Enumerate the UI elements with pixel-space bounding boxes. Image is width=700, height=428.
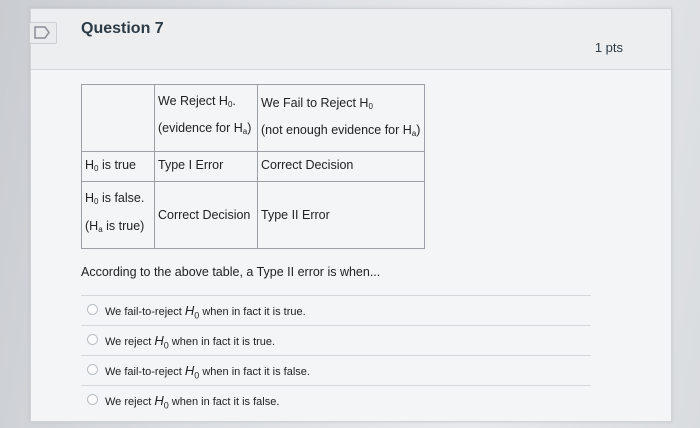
answer-post: when in fact it is false. — [168, 396, 280, 408]
radio-button[interactable] — [87, 304, 98, 315]
subscript-a: a — [242, 127, 248, 136]
h-var: H — [184, 363, 195, 378]
answer-post: when in fact it is true. — [168, 336, 276, 348]
row-label-h: H — [85, 158, 95, 172]
answer-option-3[interactable]: We fail-to-reject H0 when in fact it is … — [81, 355, 591, 382]
header-reject-line1: We Reject H — [158, 94, 228, 108]
table-row: H0 is false. (Ha is true) Correct Decisi… — [81, 181, 425, 249]
row-label-h: H — [85, 191, 95, 205]
table-row: H0 is true Type I Error Correct Decision — [81, 151, 425, 182]
subscript-0: 0 — [368, 102, 373, 111]
radio-button[interactable] — [87, 334, 98, 345]
answer-label[interactable]: We fail-to-reject H0 when in fact it is … — [105, 363, 310, 381]
answer-label[interactable]: We fail-to-reject H0 when in fact it is … — [105, 303, 306, 321]
answer-label[interactable]: We reject H0 when in fact it is false. — [105, 393, 279, 411]
cell-correct-decision-2: Correct Decision — [154, 181, 258, 249]
subscript-a: a — [411, 129, 417, 138]
answer-pre: We reject — [105, 336, 155, 348]
question-title: Question 7 — [81, 20, 164, 37]
h0-symbol: H0 — [154, 333, 168, 351]
cell-type-2-error: Type II Error — [257, 181, 425, 249]
header-cell-reject: We Reject H0. (evidence for Ha) — [154, 84, 258, 152]
question-card: Question 7 1 pts We Reject H0. (evidence… — [29, 8, 672, 422]
cell-type-1-error: Type I Error — [154, 151, 258, 182]
h0-symbol: H0 — [184, 303, 199, 321]
row-label-rest: is true) — [102, 219, 145, 233]
answer-pre: We fail-to-reject — [105, 306, 185, 318]
table-corner-cell — [81, 84, 155, 152]
radio-button[interactable] — [87, 394, 98, 405]
h0-symbol: H0 — [154, 393, 168, 411]
answer-pre: We reject — [105, 396, 155, 408]
flag-question-button[interactable] — [29, 22, 57, 44]
flag-icon — [34, 26, 50, 39]
question-header: Question 7 1 pts — [29, 9, 671, 70]
table-header-row: We Reject H0. (evidence for Ha) We Fail … — [81, 84, 425, 152]
header-cell-fail: We Fail to Reject H0 (not enough evidenc… — [257, 84, 425, 152]
header-reject-line2: (evidence for H — [158, 121, 243, 135]
answer-pre: We fail-to-reject — [105, 366, 185, 378]
header-fail-line2: (not enough evidence for H — [261, 123, 412, 137]
h0-symbol: H0 — [184, 363, 199, 381]
answer-option-2[interactable]: We reject H0 when in fact it is true. — [81, 325, 591, 352]
answer-label[interactable]: We reject H0 when in fact it is true. — [105, 333, 275, 351]
answer-post: when in fact it is true. — [199, 306, 306, 318]
row-label-ha-open: (H — [85, 219, 99, 233]
decision-table: We Reject H0. (evidence for Ha) We Fail … — [81, 84, 425, 249]
h-var: H — [184, 303, 195, 318]
h-var: H — [154, 333, 164, 348]
answer-post: when in fact it is false. — [199, 366, 310, 378]
row-label-rest: is false. — [98, 191, 145, 205]
row-label-rest: is true — [98, 158, 136, 172]
h-var: H — [154, 393, 164, 408]
radio-button[interactable] — [87, 364, 98, 375]
question-points: 1 pts — [594, 40, 623, 55]
cell-correct-decision-1: Correct Decision — [257, 151, 425, 182]
answer-option-4[interactable]: We reject H0 when in fact it is false. — [81, 385, 591, 412]
header-fail-line1: We Fail to Reject H — [261, 96, 369, 110]
answer-option-1[interactable]: We fail-to-reject H0 when in fact it is … — [81, 295, 591, 322]
row-label-h0-true: H0 is true — [81, 151, 155, 182]
subscript-0: 0 — [227, 100, 233, 109]
row-label-h0-false: H0 is false. (Ha is true) — [81, 181, 155, 249]
question-prompt: According to the above table, a Type II … — [81, 265, 381, 279]
